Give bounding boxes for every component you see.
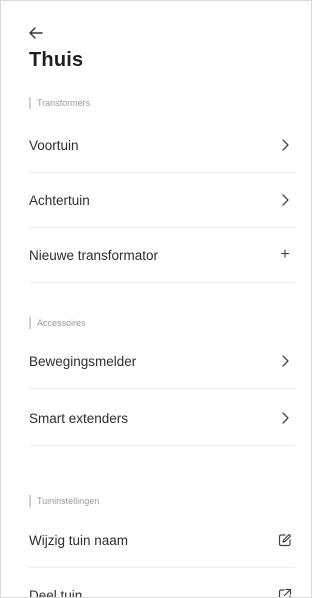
list-item-deel-tuin[interactable]: Deel tuin bbox=[29, 568, 295, 598]
section-divider-bar bbox=[29, 97, 31, 109]
page-title: Thuis bbox=[29, 49, 84, 71]
list-item-label: Bewegingsmelder bbox=[29, 353, 137, 369]
list-item-label: Smart extenders bbox=[29, 410, 129, 426]
chevron-right-icon bbox=[277, 353, 293, 369]
plus-icon: + bbox=[280, 246, 290, 263]
list-item-bewegingsmelder[interactable]: Bewegingsmelder bbox=[29, 334, 295, 389]
list-item-voortuin[interactable]: Voortuin bbox=[29, 118, 295, 173]
list-item-smart-extenders[interactable]: Smart extenders bbox=[29, 391, 295, 446]
chevron-right-icon bbox=[277, 410, 293, 426]
section-label: Tuininstellingen bbox=[37, 496, 100, 506]
list-item-wijzig-tuin-naam[interactable]: Wijzig tuin naam bbox=[29, 513, 295, 568]
share-icon bbox=[277, 587, 293, 597]
section-divider-bar bbox=[29, 495, 31, 507]
list-item-label: Achtertuin bbox=[29, 192, 90, 208]
list-item-label: Wijzig tuin naam bbox=[29, 532, 129, 548]
garden-settings-screen: Thuis Transformers Voortuin Achtertuin N… bbox=[0, 0, 312, 598]
section-header-transformers: Transformers bbox=[29, 96, 90, 110]
list-item-label: Nieuwe transformator bbox=[29, 247, 159, 263]
edit-icon bbox=[277, 532, 293, 548]
section-label: Accessoires bbox=[37, 318, 86, 328]
list-item-nieuwe-transformator[interactable]: Nieuwe transformator + bbox=[29, 228, 295, 283]
section-header-accessoires: Accessoires bbox=[29, 316, 86, 330]
arrow-left-icon bbox=[29, 27, 43, 39]
back-button[interactable] bbox=[29, 23, 53, 43]
section-label: Transformers bbox=[37, 98, 91, 108]
chevron-right-icon bbox=[277, 192, 293, 208]
chevron-right-icon bbox=[277, 137, 293, 153]
list-item-achtertuin[interactable]: Achtertuin bbox=[29, 173, 295, 228]
list-item-label: Deel tuin bbox=[29, 587, 83, 598]
list-item-label: Voortuin bbox=[29, 137, 79, 153]
section-divider-bar bbox=[29, 317, 31, 329]
section-header-tuininstellingen: Tuininstellingen bbox=[29, 494, 99, 508]
